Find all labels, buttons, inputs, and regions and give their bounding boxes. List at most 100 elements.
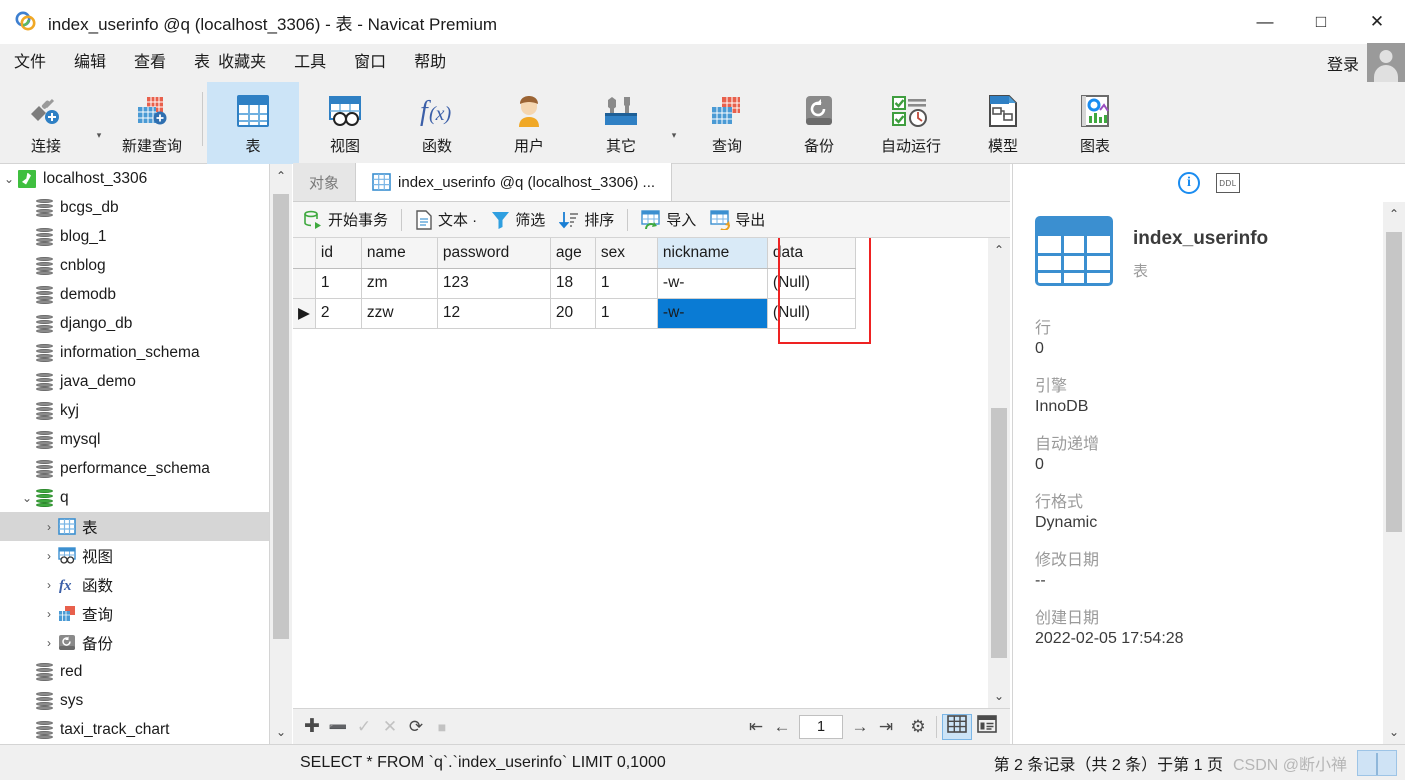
filter-button[interactable]: 筛选 [485, 206, 551, 234]
sort-button[interactable]: 排序 [553, 206, 620, 234]
form-view-button[interactable] [972, 714, 1002, 740]
tree-item-cnblog[interactable]: cnblog [0, 251, 269, 280]
column-header-password[interactable]: password [437, 238, 551, 269]
refresh-button[interactable]: ⟳ [403, 714, 429, 740]
tab-index_userinfo[interactable]: index_userinfo @q (localhost_3306) ... [356, 163, 673, 201]
twisty-icon[interactable]: › [40, 607, 58, 621]
cell-id[interactable]: 1 [315, 268, 362, 299]
tree-item-bcgs_db[interactable]: bcgs_db [0, 193, 269, 222]
menu-item-edit[interactable]: 编辑 [60, 44, 120, 82]
column-header-id[interactable]: id [315, 238, 362, 269]
cancel-changes-button[interactable]: ✕ [377, 714, 403, 740]
tree-item-localhost_3306[interactable]: ⌄ localhost_3306 [0, 164, 269, 193]
info-panel-scrollbar[interactable]: ⌃ ⌄ [1383, 202, 1405, 744]
twisty-icon[interactable]: ⌄ [0, 172, 18, 186]
begin-transaction-button[interactable]: 开始事务 [297, 206, 394, 234]
menu-item-view[interactable]: 查看 [120, 44, 180, 82]
toolbar-button-chart[interactable]: 图表 [1049, 82, 1141, 164]
column-header-sex[interactable]: sex [595, 238, 658, 269]
toolbar-button-view[interactable]: 视图 [299, 82, 391, 164]
stop-button[interactable]: ■ [429, 714, 455, 740]
tree-item-blog_1[interactable]: blog_1 [0, 222, 269, 251]
connection-dropdown-caret-icon[interactable]: ▾ [92, 130, 106, 141]
scroll-up-arrow-icon[interactable]: ⌃ [988, 238, 1010, 262]
tree-item-taxi_track_chart[interactable]: taxi_track_chart [0, 715, 269, 744]
import-button[interactable]: 导入 [635, 206, 702, 234]
table-row[interactable]: ▶ 2 zzw 12 20 1 -w- (Null) [293, 298, 856, 329]
sidebar-scrollbar[interactable]: ⌃ ⌄ [270, 164, 292, 744]
scrollbar-thumb[interactable] [991, 408, 1007, 658]
gear-button[interactable]: ⚙ [905, 714, 931, 740]
toolbar-button-model[interactable]: 模型 [957, 82, 1049, 164]
cell-password[interactable]: 123 [437, 268, 551, 299]
object-tree-sidebar[interactable]: ⌄ localhost_3306 bcgs_db blog_1 cnblog d… [0, 164, 270, 744]
toolbar-button-user[interactable]: 用户 [483, 82, 575, 164]
cell-sex[interactable]: 1 [595, 298, 658, 329]
cell-data[interactable]: (Null) [767, 298, 856, 329]
first-page-button[interactable]: ⇤ [743, 714, 769, 740]
last-page-button[interactable]: ⇥ [873, 714, 899, 740]
info-circle-icon[interactable]: i [1178, 172, 1200, 194]
scroll-down-arrow-icon[interactable]: ⌄ [270, 720, 292, 744]
twisty-icon[interactable]: › [40, 578, 58, 592]
twisty-icon[interactable]: ⌄ [18, 491, 36, 505]
data-grid[interactable]: id name password age sex nickname data 1… [293, 238, 1010, 708]
scroll-up-arrow-icon[interactable]: ⌃ [1383, 202, 1405, 226]
toolbar-button-new-query[interactable]: 新建查询 [106, 82, 198, 164]
cell-age[interactable]: 20 [550, 298, 596, 329]
toolbar-button-table[interactable]: 表 [207, 82, 299, 164]
tree-item-queries[interactable]: › 查询 [0, 599, 269, 628]
scrollbar-thumb[interactable] [273, 194, 289, 639]
toolbar-button-query[interactable]: 查询 [681, 82, 773, 164]
add-record-button[interactable]: ✚ [299, 714, 325, 740]
twisty-icon[interactable]: › [40, 520, 58, 534]
tree-item-django_db[interactable]: django_db [0, 309, 269, 338]
ddl-icon[interactable]: DDL [1216, 173, 1240, 193]
tree-item-java_demo[interactable]: java_demo [0, 367, 269, 396]
menu-item-help[interactable]: 帮助 [400, 44, 460, 82]
scroll-down-arrow-icon[interactable]: ⌄ [1383, 720, 1405, 744]
apply-changes-button[interactable]: ✓ [351, 714, 377, 740]
tree-item-q[interactable]: ⌄ q [0, 483, 269, 512]
cell-sex[interactable]: 1 [595, 268, 658, 299]
login-link[interactable]: 登录 [1327, 51, 1359, 75]
close-button[interactable]: ✕ [1349, 0, 1405, 44]
scroll-up-arrow-icon[interactable]: ⌃ [270, 164, 292, 188]
cell-data[interactable]: (Null) [767, 268, 856, 299]
menu-item-file[interactable]: 文件 [0, 44, 60, 82]
tree-item-demodb[interactable]: demodb [0, 280, 269, 309]
toolbar-button-other[interactable]: 其它 [575, 82, 667, 164]
cell-name[interactable]: zzw [361, 298, 438, 329]
tree-item-red[interactable]: red [0, 657, 269, 686]
tree-item-backups[interactable]: › 备份 [0, 628, 269, 657]
tree-item-tables[interactable]: › 表 [0, 512, 269, 541]
menu-item-table[interactable]: 表 [180, 44, 214, 82]
toolbar-button-function[interactable]: f (x) 函数 [391, 82, 483, 164]
column-header-age[interactable]: age [550, 238, 596, 269]
tab-objects[interactable]: 对象 [293, 163, 357, 201]
menu-item-favorites[interactable]: 收藏夹 [214, 44, 280, 82]
column-header-nickname[interactable]: nickname [657, 238, 768, 269]
cell-age[interactable]: 18 [550, 268, 596, 299]
tree-item-kyj[interactable]: kyj [0, 396, 269, 425]
tree-item-information_schema[interactable]: information_schema [0, 338, 269, 367]
remove-record-button[interactable]: ➖ [325, 714, 351, 740]
column-header-name[interactable]: name [361, 238, 438, 269]
tree-item-sys[interactable]: sys [0, 686, 269, 715]
export-button[interactable]: 导出 [704, 206, 771, 234]
scroll-down-arrow-icon[interactable]: ⌄ [988, 684, 1010, 708]
next-page-button[interactable]: → [847, 714, 873, 740]
tree-item-performance_schema[interactable]: performance_schema [0, 454, 269, 483]
toolbar-button-connection[interactable]: 连接 [0, 82, 92, 164]
toolbar-button-backup[interactable]: 备份 [773, 82, 865, 164]
text-button[interactable]: 文本 · [409, 206, 483, 234]
tree-item-views[interactable]: › 视图 [0, 541, 269, 570]
toolbar-button-automation[interactable]: 自动运行 [865, 82, 957, 164]
minimize-button[interactable]: — [1237, 0, 1293, 44]
menu-item-window[interactable]: 窗口 [340, 44, 400, 82]
page-number-input[interactable]: 1 [799, 714, 843, 739]
scrollbar-thumb[interactable] [1386, 232, 1402, 532]
twisty-icon[interactable]: › [40, 549, 58, 563]
cell-name[interactable]: zm [361, 268, 438, 299]
other-dropdown-caret-icon[interactable]: ▾ [667, 130, 681, 141]
